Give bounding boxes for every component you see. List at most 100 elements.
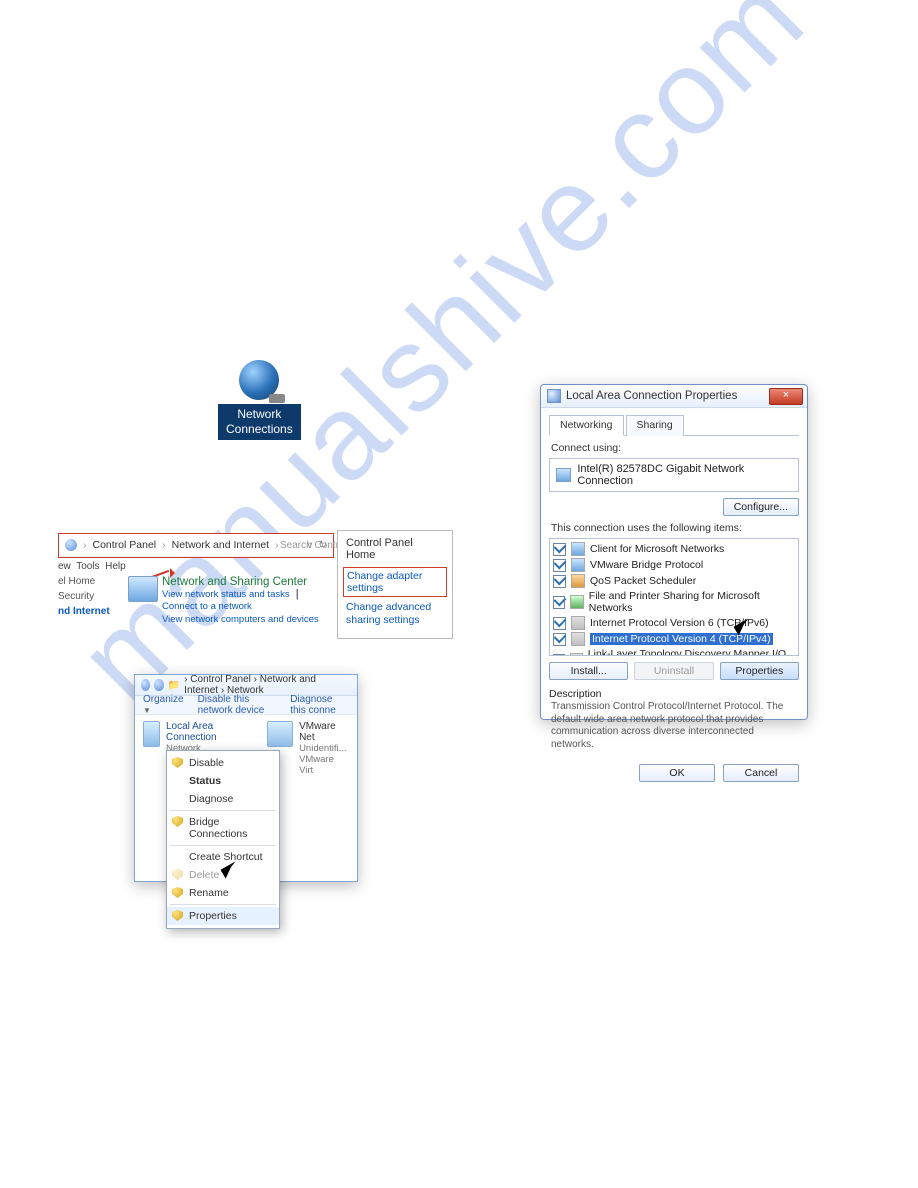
menu-view[interactable]: ew (58, 560, 71, 573)
description-label: Description (549, 688, 799, 700)
ctx-disable[interactable]: Disable (167, 754, 279, 772)
item-file-printer[interactable]: File and Printer Sharing for Microsoft N… (553, 589, 795, 615)
item-qos[interactable]: QoS Packet Scheduler (553, 573, 795, 589)
nic-icon (556, 468, 571, 482)
separator (170, 845, 276, 846)
cursor-icon (735, 622, 745, 636)
network-connections-icon-block[interactable]: Network Connections (218, 360, 301, 440)
checkbox-icon[interactable] (553, 617, 566, 630)
qos-icon (571, 574, 585, 588)
item-client[interactable]: Client for Microsoft Networks (553, 541, 795, 557)
crumb-network-internet[interactable]: Network and Internet (172, 539, 269, 551)
protocol-icon (570, 653, 583, 656)
tab-strip: Networking Sharing (549, 414, 799, 436)
connection-items-list[interactable]: Client for Microsoft Networks VMware Bri… (549, 538, 799, 656)
nc-label-line1: Network (237, 407, 281, 421)
checkbox-icon[interactable] (553, 654, 565, 657)
tab-sharing[interactable]: Sharing (626, 415, 684, 436)
search-input[interactable]: Search Contro (280, 540, 344, 551)
ctx-diagnose[interactable]: Diagnose (167, 790, 279, 808)
ctx-properties[interactable]: Properties (167, 907, 279, 925)
nic-icon (267, 721, 293, 747)
nic-display: Intel(R) 82578DC Gigabit Network Connect… (549, 458, 799, 492)
nic-icon (547, 389, 561, 403)
ctx-shortcut[interactable]: Create Shortcut (167, 848, 279, 866)
service-icon (570, 595, 583, 609)
separator (170, 810, 276, 811)
cp-home-heading: Control Panel Home (346, 537, 444, 565)
shield-icon (172, 869, 183, 880)
connect-using-label: Connect using: (551, 442, 797, 454)
properties-button[interactable]: Properties (720, 662, 799, 680)
checkbox-icon[interactable] (553, 575, 566, 588)
nav-back-icon[interactable] (65, 539, 77, 551)
tab-networking[interactable]: Networking (549, 415, 624, 436)
adapter-context-menu: Disable Status Diagnose Bridge Connectio… (166, 750, 280, 929)
menu-tools[interactable]: Tools (76, 560, 99, 573)
adapter-status: Unidentifi... (299, 743, 349, 754)
control-panel-sidebar-fragment: el Home Security nd Internet (58, 574, 110, 619)
separator-icon: › (83, 539, 87, 551)
separator (170, 904, 276, 905)
nic-icon (143, 721, 160, 747)
protocol-icon (571, 632, 585, 646)
dialog-title: Local Area Connection Properties (566, 390, 737, 402)
crumb-control-panel[interactable]: Control Panel (93, 539, 157, 551)
adapter-name: VMware Net (299, 721, 349, 743)
ctx-bridge[interactable]: Bridge Connections (167, 813, 279, 843)
close-button[interactable]: × (769, 388, 803, 405)
shield-icon (172, 816, 183, 827)
nc-label-line2: Connections (226, 422, 293, 436)
globe-icon (239, 360, 279, 400)
protocol-icon (571, 616, 585, 630)
separator-icon: › (275, 539, 279, 551)
disable-device-button[interactable]: Disable this network device (198, 694, 277, 716)
network-sharing-center-link[interactable]: Network and Sharing Center (162, 576, 333, 588)
organize-menu[interactable]: Organize ▼ (143, 694, 184, 716)
lan-properties-dialog: Local Area Connection Properties × Netwo… (540, 384, 808, 720)
shield-icon (172, 757, 183, 768)
view-computers-link[interactable]: View network computers and devices (162, 614, 333, 625)
uninstall-button: Uninstall (634, 662, 713, 680)
dialog-titlebar: Local Area Connection Properties × (541, 385, 807, 408)
ok-button[interactable]: OK (639, 764, 715, 782)
separator-icon: › (162, 539, 166, 551)
change-advanced-sharing-link[interactable]: Change advanced sharing settings (346, 599, 444, 628)
sidebar-network-internet[interactable]: nd Internet (58, 604, 110, 619)
network-center-icon (128, 576, 158, 602)
item-lltd-mapper[interactable]: Link-Layer Topology Discovery Mapper I/O… (553, 647, 795, 656)
ctx-rename[interactable]: Rename (167, 884, 279, 902)
diagnose-button[interactable]: Diagnose this conne (290, 694, 349, 716)
cancel-button[interactable]: Cancel (723, 764, 799, 782)
install-button[interactable]: Install... (549, 662, 628, 680)
item-ipv6[interactable]: Internet Protocol Version 6 (TCP/IPv6) (553, 615, 795, 631)
shield-icon (172, 910, 183, 921)
connect-network-link[interactable]: Connect to a network (162, 601, 252, 612)
client-icon (571, 542, 585, 556)
change-adapter-settings-link[interactable]: Change adapter settings (343, 567, 447, 597)
items-label: This connection uses the following items… (551, 522, 797, 534)
nav-back-icon[interactable] (141, 679, 150, 691)
item-ipv4[interactable]: Internet Protocol Version 4 (TCP/IPv4) (553, 631, 795, 647)
ctx-status[interactable]: Status (167, 772, 279, 790)
sidebar-home[interactable]: el Home (58, 574, 110, 589)
menu-help[interactable]: Help (105, 560, 126, 573)
crumb-cp[interactable]: Control Panel (190, 674, 251, 685)
checkbox-icon[interactable] (553, 559, 566, 572)
service-icon (571, 558, 585, 572)
cursor-icon (222, 865, 232, 879)
view-status-link[interactable]: View network status and tasks (162, 589, 290, 600)
network-connections-label: Network Connections (218, 404, 301, 440)
checkbox-icon[interactable] (553, 596, 565, 609)
checkbox-icon[interactable] (553, 633, 566, 646)
checkbox-icon[interactable] (553, 543, 566, 556)
shield-icon (172, 887, 183, 898)
item-vmware-bridge[interactable]: VMware Bridge Protocol (553, 557, 795, 573)
plug-overlay (269, 394, 285, 403)
configure-button[interactable]: Configure... (723, 498, 799, 516)
nav-fwd-icon[interactable] (154, 679, 163, 691)
control-panel-home-box: Control Panel Home Change adapter settin… (337, 530, 453, 639)
adapter-device: VMware Virt (299, 754, 349, 776)
adapter-name: Local Area Connection (166, 721, 254, 743)
sidebar-security[interactable]: Security (58, 589, 110, 604)
